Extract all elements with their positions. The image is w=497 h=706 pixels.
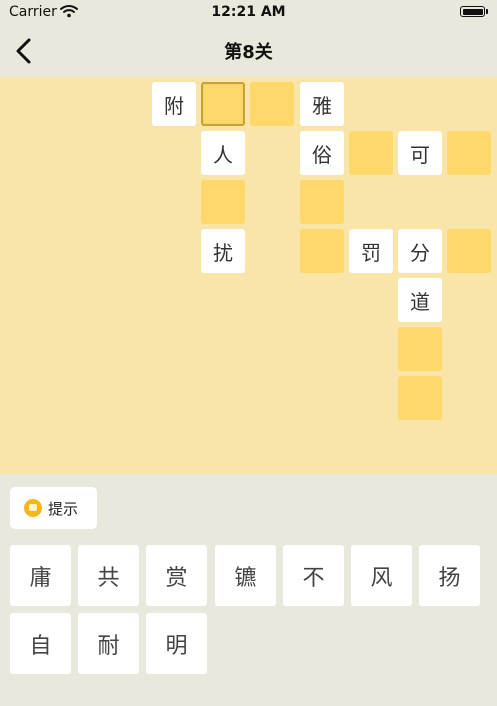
board-cell-empty[interactable] [398,376,442,420]
board-cell-empty[interactable] [447,229,491,273]
letter-tile[interactable]: 自 [10,613,71,674]
board-cell[interactable]: 可 [398,131,442,175]
back-button[interactable] [10,34,38,68]
status-time: 12:21 AM [211,4,286,20]
board-cell-empty[interactable] [201,180,245,224]
letter-tile[interactable]: 耐 [78,613,139,674]
board-cell[interactable]: 人 [201,131,245,175]
battery-tip [486,9,488,14]
status-bar: Carrier 12:21 AM [0,0,497,26]
board-cell[interactable]: 扰 [201,229,245,273]
letter-tile[interactable]: 庸 [10,545,71,606]
letter-tile[interactable]: 赏 [146,545,207,606]
letter-tile[interactable]: 扬 [419,545,480,606]
letter-tile[interactable]: 风 [351,545,412,606]
letter-tile[interactable]: 共 [78,545,139,606]
board-cell-empty[interactable] [300,180,344,224]
letter-tile[interactable]: 镳 [215,545,276,606]
hint-button[interactable]: 提示 [10,487,97,529]
nav-bar: 第8关 [0,26,497,76]
letter-tile[interactable]: 明 [146,613,207,674]
board-cell-empty[interactable] [447,131,491,175]
board-cell[interactable]: 附 [152,82,196,126]
lightbulb-coin-icon [24,499,42,517]
board-cell[interactable]: 道 [398,278,442,322]
letter-tile[interactable]: 不 [283,545,344,606]
board-cell-selected[interactable] [201,82,245,126]
board-cell[interactable]: 罚 [349,229,393,273]
board-cell[interactable]: 雅 [300,82,344,126]
crossword-board: 附 雅 人 俗 可 扰 罚 分 道 [0,77,497,474]
board-cell-empty[interactable] [250,82,294,126]
page-title: 第8关 [224,42,273,63]
battery-icon [460,6,485,17]
board-cell-empty[interactable] [300,229,344,273]
board-cell-empty[interactable] [349,131,393,175]
board-cell[interactable]: 分 [398,229,442,273]
hint-label: 提示 [48,500,79,518]
chevron-left-icon [16,38,31,64]
board-cell[interactable]: 俗 [300,131,344,175]
board-cell-empty[interactable] [398,327,442,371]
